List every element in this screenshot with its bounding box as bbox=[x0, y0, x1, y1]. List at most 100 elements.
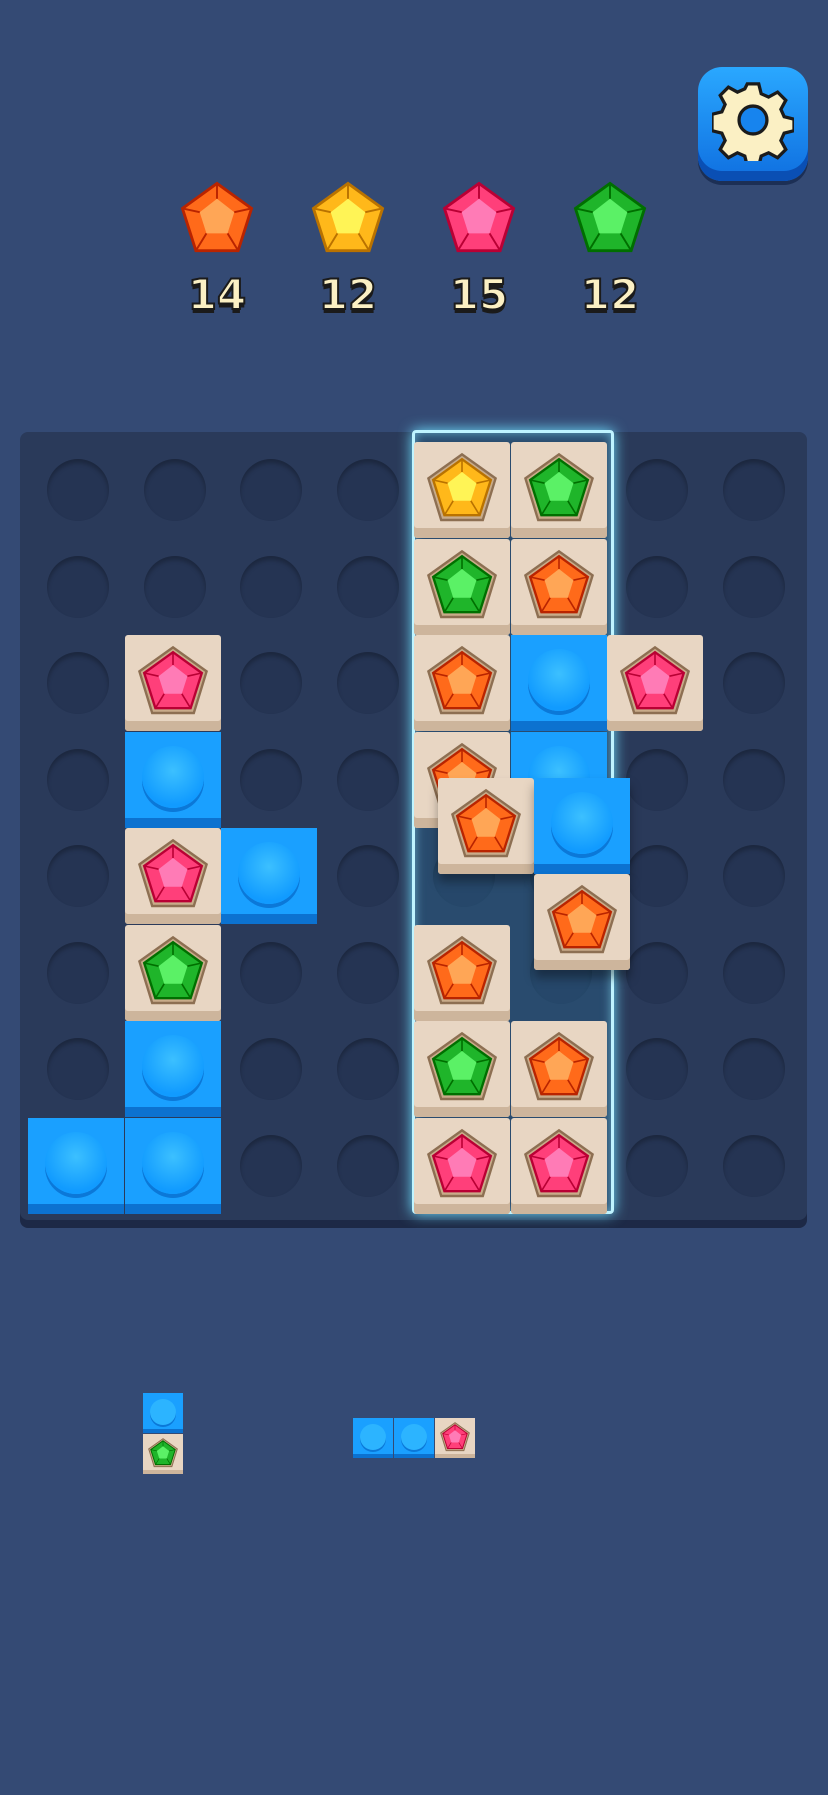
pink-gem-icon bbox=[523, 1128, 594, 1197]
green-gem-tile[interactable] bbox=[414, 538, 510, 635]
blue-block[interactable] bbox=[124, 731, 221, 828]
empty-slot[interactable] bbox=[722, 459, 785, 521]
block-stud bbox=[551, 792, 613, 854]
empty-slot[interactable] bbox=[240, 1038, 302, 1100]
game-screen: 14 12 15 12 bbox=[0, 0, 828, 1795]
empty-slot[interactable] bbox=[240, 748, 302, 811]
green-gem-icon bbox=[573, 181, 647, 253]
goal-count-yellow: 12 bbox=[318, 269, 378, 320]
pink-gem-tile[interactable] bbox=[124, 635, 221, 731]
empty-slot[interactable] bbox=[240, 652, 302, 714]
empty-slot[interactable] bbox=[240, 941, 302, 1004]
empty-slot[interactable] bbox=[47, 941, 109, 1004]
block-stud bbox=[527, 649, 590, 711]
empty-slot[interactable] bbox=[722, 652, 785, 714]
empty-slot[interactable] bbox=[626, 941, 688, 1004]
blue-block[interactable] bbox=[124, 1117, 221, 1214]
empty-slot[interactable] bbox=[47, 845, 109, 907]
empty-slot[interactable] bbox=[336, 748, 399, 811]
empty-slot[interactable] bbox=[722, 748, 785, 811]
empty-slot[interactable] bbox=[336, 1038, 399, 1100]
tray-blue-block bbox=[353, 1418, 393, 1458]
empty-slot[interactable] bbox=[626, 555, 688, 618]
green-gem-icon bbox=[148, 1438, 178, 1468]
empty-slot[interactable] bbox=[336, 459, 399, 521]
pink-gem-tile[interactable] bbox=[510, 1117, 607, 1214]
empty-slot[interactable] bbox=[336, 845, 399, 907]
orange-gem-tile[interactable] bbox=[438, 778, 534, 874]
yellow-gem-tile[interactable] bbox=[414, 442, 510, 538]
empty-slot[interactable] bbox=[722, 1134, 785, 1197]
blue-block[interactable] bbox=[534, 778, 630, 874]
pink-gem-tile[interactable] bbox=[607, 635, 703, 731]
empty-slot[interactable] bbox=[143, 555, 206, 618]
empty-slot[interactable] bbox=[47, 459, 109, 521]
empty-slot[interactable] bbox=[240, 459, 302, 521]
block-stud bbox=[141, 1035, 204, 1097]
empty-slot[interactable] bbox=[626, 1038, 688, 1100]
empty-slot[interactable] bbox=[240, 555, 302, 618]
empty-slot[interactable] bbox=[336, 652, 399, 714]
green-gem-tile[interactable] bbox=[414, 1021, 510, 1117]
orange-gem-tile[interactable] bbox=[510, 1021, 607, 1117]
block-stud bbox=[150, 1399, 176, 1425]
blue-block[interactable] bbox=[124, 1021, 221, 1117]
pink-gem-icon bbox=[137, 838, 208, 908]
empty-slot[interactable] bbox=[626, 845, 688, 907]
empty-slot[interactable] bbox=[143, 459, 206, 521]
block-stud bbox=[401, 1424, 427, 1450]
empty-slot[interactable] bbox=[47, 748, 109, 811]
goal-count-pink: 15 bbox=[449, 269, 509, 320]
empty-slot[interactable] bbox=[722, 845, 785, 907]
orange-gem-tile[interactable] bbox=[414, 924, 510, 1021]
block-stud bbox=[360, 1424, 386, 1450]
gear-icon bbox=[712, 82, 794, 161]
blue-block[interactable] bbox=[28, 1117, 124, 1214]
block-stud bbox=[45, 1131, 107, 1194]
pink-gem-icon bbox=[440, 1422, 470, 1452]
green-gem-tile[interactable] bbox=[124, 924, 221, 1021]
empty-slot[interactable] bbox=[722, 555, 785, 618]
orange-gem-icon bbox=[426, 645, 498, 715]
yellow-gem-icon bbox=[311, 181, 385, 253]
green-gem-tile[interactable] bbox=[510, 442, 607, 538]
blue-block[interactable] bbox=[221, 828, 317, 924]
empty-slot[interactable] bbox=[47, 1038, 109, 1100]
empty-slot[interactable] bbox=[47, 555, 109, 618]
tray-green-gem-tile bbox=[143, 1434, 183, 1474]
orange-gem-icon bbox=[426, 935, 498, 1004]
pink-gem-tile[interactable] bbox=[414, 1117, 510, 1214]
goal-count-green: 12 bbox=[580, 269, 640, 320]
goal-green-gem: 12 bbox=[550, 170, 670, 330]
block-stud bbox=[141, 1131, 204, 1194]
green-gem-icon bbox=[426, 549, 498, 618]
orange-gem-icon bbox=[523, 549, 594, 618]
orange-gem-icon bbox=[180, 181, 254, 253]
block-stud bbox=[238, 842, 300, 904]
empty-slot[interactable] bbox=[336, 1134, 399, 1197]
goal-count-orange: 14 bbox=[187, 269, 247, 320]
block-stud bbox=[141, 745, 204, 808]
pink-gem-icon bbox=[426, 1128, 498, 1197]
tray-pink-gem-tile bbox=[435, 1418, 475, 1458]
empty-slot[interactable] bbox=[626, 748, 688, 811]
empty-slot[interactable] bbox=[336, 941, 399, 1004]
empty-slot[interactable] bbox=[336, 555, 399, 618]
empty-slot[interactable] bbox=[240, 1134, 302, 1197]
empty-slot[interactable] bbox=[722, 1038, 785, 1100]
blue-block[interactable] bbox=[510, 635, 607, 731]
pink-gem-tile[interactable] bbox=[124, 828, 221, 924]
orange-gem-tile[interactable] bbox=[510, 538, 607, 635]
tray-blue-block bbox=[394, 1418, 434, 1458]
yellow-gem-icon bbox=[426, 452, 498, 522]
orange-gem-tile[interactable] bbox=[414, 635, 510, 731]
empty-slot[interactable] bbox=[47, 652, 109, 714]
pink-gem-icon bbox=[442, 181, 516, 253]
settings-button[interactable] bbox=[698, 67, 808, 181]
empty-slot[interactable] bbox=[626, 459, 688, 521]
orange-gem-icon bbox=[546, 884, 618, 954]
tray-blue-block bbox=[143, 1393, 183, 1433]
empty-slot[interactable] bbox=[722, 941, 785, 1004]
orange-gem-tile[interactable] bbox=[534, 874, 630, 970]
empty-slot[interactable] bbox=[626, 1134, 688, 1197]
